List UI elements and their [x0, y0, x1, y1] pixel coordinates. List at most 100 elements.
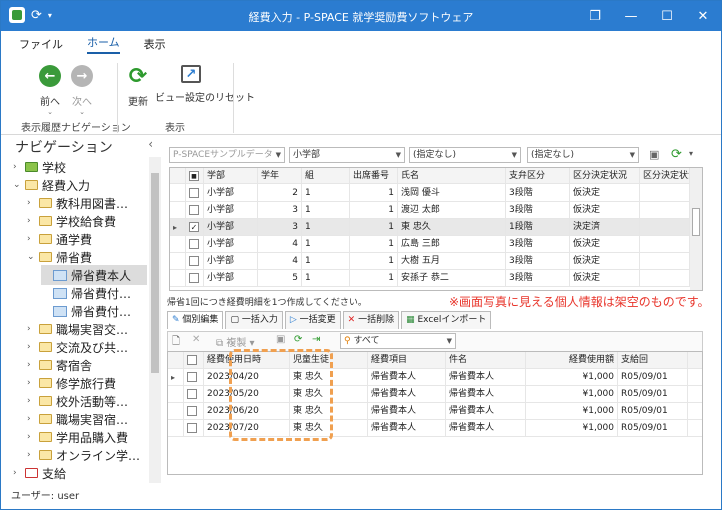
student-row[interactable]: 小学部 4 1 1 広島 三郎 3段階 仮決定	[170, 236, 690, 253]
expander-icon[interactable]: ›	[27, 378, 39, 388]
tab-home[interactable]: ホーム	[87, 34, 120, 54]
student-grid-scrollbar[interactable]	[690, 168, 702, 290]
delete-icon[interactable]: ✕	[192, 334, 200, 345]
student-row[interactable]: 小学部 2 1 1 浅岡 優斗 3段階 仮決定	[170, 185, 690, 202]
new-icon[interactable]: 🗋	[172, 334, 180, 351]
expander-icon[interactable]: ›	[27, 396, 39, 406]
nav-item[interactable]: ⌄ 帰省費	[27, 247, 147, 267]
expander-icon[interactable]: ›	[27, 450, 39, 460]
nav-item[interactable]: › 学用品購入費	[27, 427, 147, 447]
nav-item[interactable]: › 修学旅行費	[27, 373, 147, 393]
expander-icon[interactable]: ›	[27, 360, 39, 370]
column-header[interactable]: 支弁区分	[506, 168, 570, 185]
expander-icon[interactable]: ›	[27, 198, 39, 208]
nav-item[interactable]: ⌄ 経費入力	[13, 175, 147, 195]
tab-individual-edit[interactable]: ✎ 個別編集	[167, 311, 224, 329]
student-row[interactable]: 小学部 5 1 1 安孫子 恭二 3段階 仮決定	[170, 270, 690, 287]
nav-item[interactable]: 帰省費本人	[41, 265, 147, 285]
expander-icon[interactable]: ›	[27, 324, 39, 334]
nav-item[interactable]: › 職場実習宿…	[27, 409, 147, 429]
expander-icon[interactable]: ⌄	[27, 252, 39, 262]
column-header[interactable]: 区分決定状況	[570, 168, 640, 185]
column-header[interactable]: 区分決定状況	[640, 168, 690, 185]
row-checkbox[interactable]	[187, 372, 197, 382]
close-button[interactable]: ✕	[685, 1, 721, 31]
row-checkbox[interactable]	[187, 423, 197, 433]
column-header[interactable]: 氏名	[398, 168, 506, 185]
nav-item[interactable]: › 学校	[13, 157, 147, 177]
nav-item[interactable]: › 校外活動等…	[27, 391, 147, 411]
nav-scrollbar[interactable]	[149, 157, 161, 483]
maximize-button[interactable]: ☐	[649, 1, 685, 31]
tab-bulk-change[interactable]: ▷ 一括変更	[284, 311, 341, 329]
expander-icon[interactable]: ›	[27, 342, 39, 352]
expander-icon[interactable]: ⌄	[13, 180, 25, 190]
detail-refresh-icon[interactable]: ⟳	[294, 334, 302, 345]
student-row[interactable]: 小学部 4 1 1 大樹 五月 3段階 仮決定	[170, 253, 690, 270]
expander-icon[interactable]: ›	[27, 216, 39, 226]
tab-bulk-delete[interactable]: ✕ 一括削除	[342, 311, 400, 329]
collapse-pane-icon[interactable]: ‹	[148, 137, 153, 157]
column-header[interactable]	[168, 352, 184, 369]
row-checkbox[interactable]	[189, 273, 199, 283]
grid-refresh-icon[interactable]: ⟳	[671, 147, 682, 162]
column-header[interactable]: 組	[302, 168, 350, 185]
nav-item[interactable]: › 支給	[13, 463, 147, 483]
filter2-select[interactable]: (指定なし)	[527, 147, 639, 163]
forward-button[interactable]: → 次へ ⌄	[67, 65, 97, 116]
division-select[interactable]: 小学部	[289, 147, 405, 163]
select-all-checkbox[interactable]	[187, 355, 197, 365]
export-icon[interactable]: ⇥	[312, 334, 320, 345]
row-checkbox[interactable]	[189, 256, 199, 266]
tab-file[interactable]: ファイル	[19, 36, 63, 52]
expander-icon[interactable]: ›	[27, 432, 39, 442]
expander-icon[interactable]: ›	[27, 234, 39, 244]
nav-item[interactable]: › 学校給食費	[27, 211, 147, 231]
column-header[interactable]: 学部	[204, 168, 258, 185]
row-checkbox[interactable]	[189, 239, 199, 249]
student-row[interactable]: 小学部 3 1 1 渡辺 太郎 3段階 仮決定	[170, 202, 690, 219]
column-header[interactable]: 出席番号	[350, 168, 398, 185]
row-checkbox[interactable]	[187, 406, 197, 416]
layout-icon[interactable]: ▣	[649, 148, 659, 161]
filter1-select[interactable]: (指定なし)	[409, 147, 521, 163]
save-icon[interactable]: ▣	[276, 334, 285, 345]
nav-item[interactable]: › 寄宿舎	[27, 355, 147, 375]
row-checkbox[interactable]	[187, 389, 197, 399]
row-checkbox[interactable]	[189, 188, 199, 198]
column-header[interactable]: 件名	[446, 352, 526, 369]
nav-item[interactable]: › 教科用図書…	[27, 193, 147, 213]
student-row[interactable]: ▸ ✓ 小学部 3 1 1 東 忠久 1段階 決定済	[170, 219, 690, 236]
row-checkbox[interactable]: ✓	[189, 222, 199, 232]
column-header[interactable]: 支給回	[618, 352, 688, 369]
nav-item[interactable]: 帰省費付…	[41, 283, 147, 303]
restore-icon[interactable]: ❐	[577, 1, 613, 31]
expander-icon[interactable]: ›	[13, 468, 25, 478]
copy-button[interactable]: ⧉ 複製 ▾	[216, 334, 255, 349]
column-header[interactable]	[170, 168, 186, 185]
refresh-dropdown-icon[interactable]: ▾	[689, 149, 693, 158]
row-checkbox[interactable]	[189, 205, 199, 215]
tab-bulk-input[interactable]: ▢ 一括入力	[225, 311, 283, 329]
view-reset-button[interactable]: ↗ ビュー設定のリセット	[155, 65, 255, 104]
nav-item[interactable]: › 職場実習交…	[27, 319, 147, 339]
expander-icon[interactable]: ›	[27, 414, 39, 424]
column-header[interactable]: ■	[186, 168, 204, 185]
expander-icon[interactable]: ›	[13, 162, 25, 172]
refresh-button[interactable]: ⟳ 更新	[123, 64, 153, 109]
back-button[interactable]: ← 前へ ⌄	[35, 65, 65, 116]
tab-view[interactable]: 表示	[144, 36, 166, 52]
nav-item[interactable]: › 交流及び共…	[27, 337, 147, 357]
nav-item[interactable]: › 通学費	[27, 229, 147, 249]
tab-excel-import[interactable]: ▦ Excelインポート	[401, 311, 492, 329]
column-header[interactable]: 経費項目	[368, 352, 446, 369]
minimize-button[interactable]: —	[613, 1, 649, 31]
nav-item[interactable]: 帰省費付…	[41, 301, 147, 321]
nav-item[interactable]: › オンライン学…	[27, 445, 147, 465]
school-select[interactable]: P-SPACEサンプルデータ	[169, 147, 285, 163]
column-header[interactable]: 学年	[258, 168, 302, 185]
column-header[interactable]: 経費使用額	[526, 352, 618, 369]
column-header[interactable]	[184, 352, 204, 369]
filter-all-select[interactable]: ⚲ すべて	[340, 333, 456, 349]
select-all-checkbox[interactable]: ■	[189, 171, 199, 181]
